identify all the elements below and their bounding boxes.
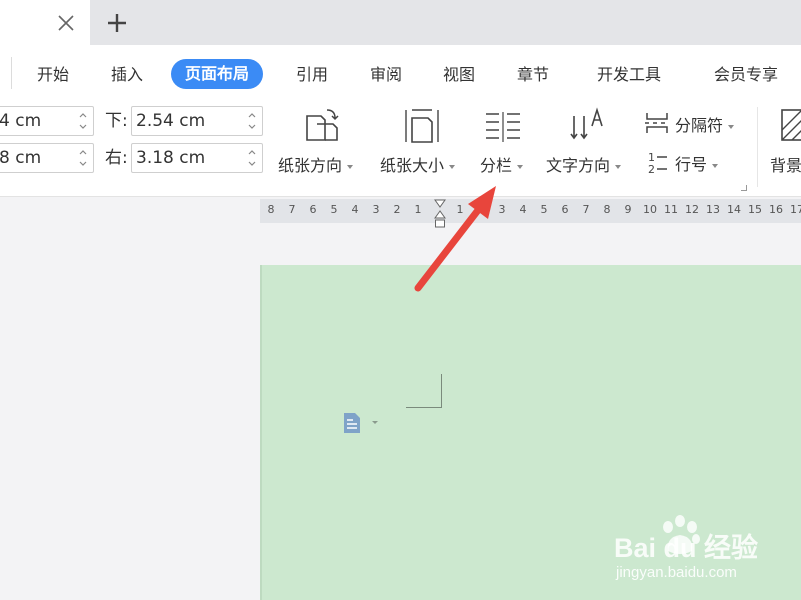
ruler-number: 14 (727, 203, 741, 216)
dropdown-caret-icon (712, 163, 719, 168)
orientation-label: 纸张方向 (278, 152, 354, 176)
menu-member-exclusive[interactable]: 会员专享 (714, 63, 778, 87)
bottom-margin-value: 2.54 cm (136, 111, 206, 131)
ruler-number: 17 (790, 203, 801, 216)
line-numbers-icon: 1 2 (648, 151, 667, 175)
page-edge (260, 265, 262, 600)
menu-references[interactable]: 引用 (296, 63, 328, 87)
watermark-logo: Bai du 经验 (614, 533, 759, 563)
wps-writer-window: 开始 插入 页面布局 引用 审阅 视图 章节 开发工具 会员专享 4 cm 8 … (0, 0, 801, 600)
ruler-number: 7 (582, 203, 590, 216)
background-icon (781, 109, 801, 141)
menu-developer-tools[interactable]: 开发工具 (597, 63, 661, 87)
menu-page-layout[interactable]: 页面布局 (171, 59, 264, 89)
bottom-margin-input[interactable]: 2.54 cm (131, 106, 263, 136)
line-numbers-label: 行号 (675, 151, 719, 175)
ruler-number: 1 (456, 203, 464, 216)
ruler-number: 16 (769, 203, 783, 216)
menu-insert[interactable]: 插入 (111, 63, 143, 87)
tab-strip (0, 0, 801, 45)
indent-marker-icon[interactable] (434, 199, 446, 229)
paper-size-label: 纸张大小 (380, 152, 456, 176)
top-margin-value: 4 cm (0, 111, 42, 131)
text-direction-icon (570, 107, 603, 140)
bottom-margin-label: 下: (105, 111, 128, 131)
watermark-url: jingyan.baidu.com (616, 564, 737, 581)
menu-sections[interactable]: 章节 (517, 63, 549, 87)
page-orientation-icon (306, 109, 339, 141)
dropdown-caret-icon (728, 124, 735, 129)
right-margin-label: 右: (105, 148, 128, 168)
paragraph-layout-icon[interactable] (342, 412, 382, 434)
menu-home[interactable]: 开始 (37, 63, 69, 87)
ruler-number: 6 (309, 203, 317, 216)
dropdown-caret-icon (615, 164, 622, 169)
text-direction-label: 文字方向 (546, 152, 622, 176)
margin-corner-mark (406, 374, 442, 408)
ruler-number: 5 (330, 203, 338, 216)
ruler-number: 7 (288, 203, 296, 216)
ruler-number: 4 (351, 203, 359, 216)
left-margin-input[interactable]: 8 cm (0, 143, 94, 173)
columns-label: 分栏 (480, 152, 524, 176)
stepper-icon[interactable] (248, 111, 256, 131)
breaks-button[interactable]: 分隔符 (644, 108, 748, 138)
line-numbers-button[interactable]: 1 2 行号 (644, 146, 744, 176)
menu-review[interactable]: 审阅 (370, 63, 402, 87)
columns-button[interactable]: 分栏 (478, 104, 534, 188)
stepper-icon[interactable] (79, 148, 87, 168)
ruler-number: 12 (685, 203, 699, 216)
ruler-number: 5 (540, 203, 548, 216)
ribbon-divider (757, 107, 758, 187)
orientation-button[interactable]: 纸张方向 (276, 104, 366, 188)
horizontal-ruler[interactable]: 8 7 6 5 4 3 2 1 1 2 3 4 5 6 7 8 9 10 11 … (260, 199, 801, 228)
ruler-number: 6 (561, 203, 569, 216)
columns-icon (486, 112, 520, 142)
background-button[interactable]: 背景 (766, 104, 801, 188)
ruler-number: 2 (477, 203, 485, 216)
top-margin-input[interactable]: 4 cm (0, 106, 94, 136)
ruler-number: 8 (267, 203, 275, 216)
background-label: 背景 (770, 156, 801, 175)
ruler-number: 10 (643, 203, 657, 216)
page-break-icon (645, 113, 668, 133)
plus-icon[interactable] (104, 10, 130, 36)
dropdown-caret-icon (517, 164, 524, 169)
paper-size-button[interactable]: 纸张大小 (378, 104, 468, 188)
dropdown-caret-icon (347, 164, 354, 169)
paper-size-icon (405, 109, 439, 143)
stepper-icon[interactable] (248, 148, 256, 168)
right-margin-input[interactable]: 3.18 cm (131, 143, 263, 173)
ruler-number: 4 (519, 203, 527, 216)
ruler-number: 11 (664, 203, 678, 216)
dropdown-caret-icon (449, 164, 456, 169)
breaks-label: 分隔符 (675, 112, 735, 136)
text-direction-button[interactable]: 文字方向 (544, 104, 634, 188)
ruler-number: 3 (498, 203, 506, 216)
ruler-number: 1 (414, 203, 422, 216)
svg-text:2: 2 (648, 163, 655, 175)
ruler-number: 15 (748, 203, 762, 216)
menu-divider (11, 57, 12, 89)
ruler-number: 8 (603, 203, 611, 216)
document-tab[interactable] (0, 0, 90, 45)
menu-view[interactable]: 视图 (443, 63, 475, 87)
ruler-number: 13 (706, 203, 720, 216)
ruler-number: 2 (393, 203, 401, 216)
right-margin-value: 3.18 cm (136, 148, 206, 168)
close-icon[interactable] (54, 11, 78, 35)
stepper-icon[interactable] (79, 111, 87, 131)
left-margin-value: 8 cm (0, 148, 42, 168)
dialog-launcher-icon[interactable] (741, 185, 747, 191)
ruler-number: 9 (624, 203, 632, 216)
ruler-number: 3 (372, 203, 380, 216)
